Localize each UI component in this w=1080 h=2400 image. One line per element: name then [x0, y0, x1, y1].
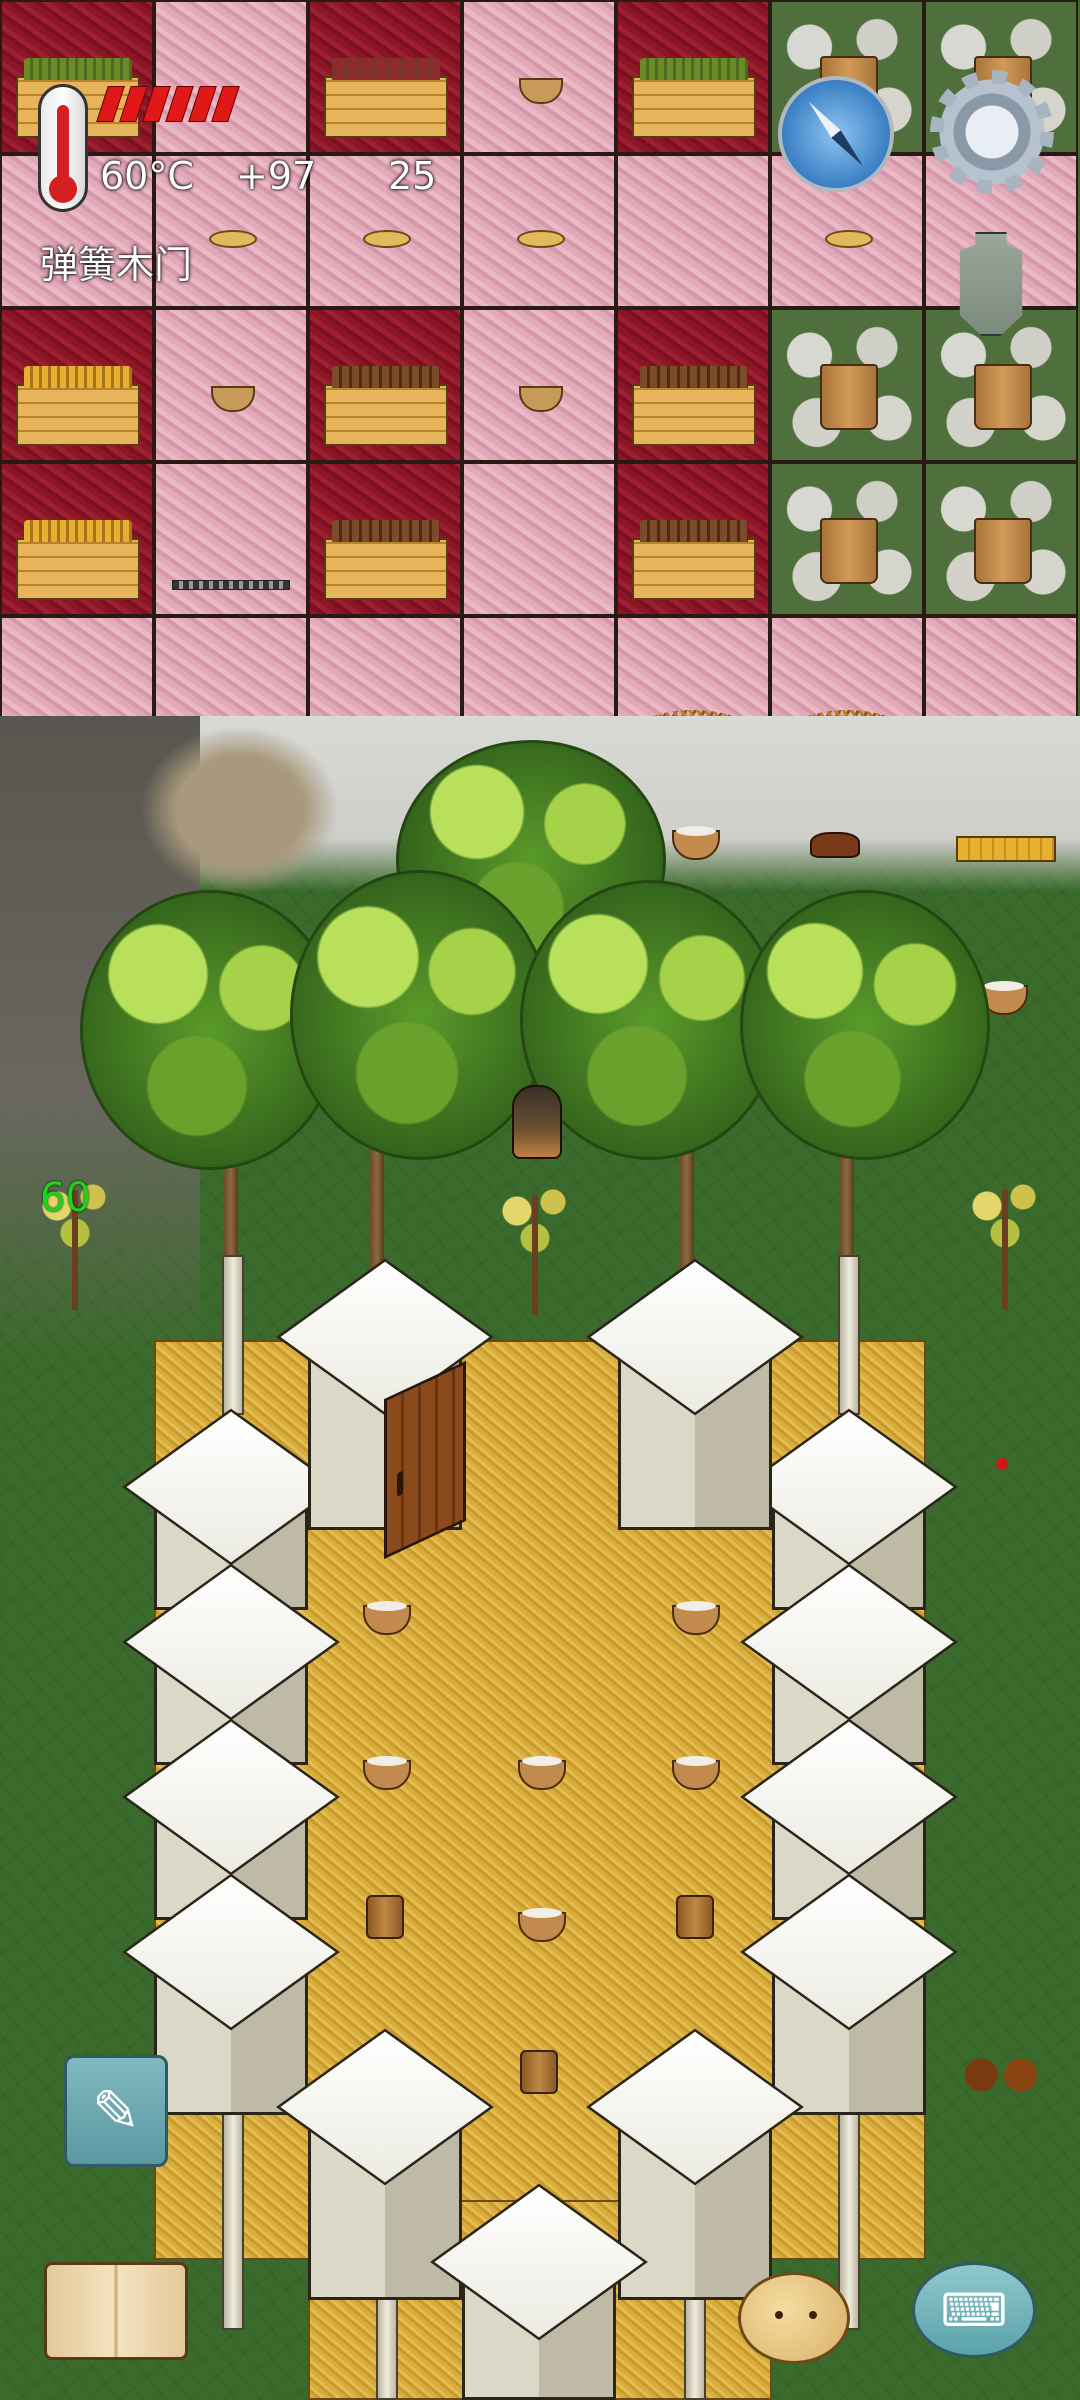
thermometer-icon [38, 84, 88, 212]
young-tree[interactable] [960, 1170, 1050, 1310]
stone-wall-block[interactable] [430, 2183, 648, 2400]
stone-floor-tile[interactable] [924, 462, 1078, 616]
stone-wall-block[interactable] [740, 1873, 958, 2115]
temperature-readout: 60°C [100, 154, 194, 198]
floor-tile[interactable] [0, 308, 154, 462]
floor-tile[interactable] [154, 308, 308, 462]
held-object-label: 弹簧木门 [40, 243, 193, 287]
crate-of-corn[interactable] [16, 366, 140, 446]
wooden-keg[interactable] [520, 2050, 558, 2094]
gear-icon[interactable] [930, 70, 1054, 194]
floor-tile[interactable] [308, 154, 462, 308]
floor-tile[interactable] [308, 308, 462, 462]
tree-trunk [680, 1140, 694, 1270]
potato-face-icon[interactable] [738, 2272, 850, 2364]
floor-tile[interactable] [154, 462, 308, 616]
bug-pile[interactable] [960, 2055, 1044, 2095]
chat-keyboard-button[interactable]: ⌨ [912, 2262, 1036, 2358]
stone-floor-tile[interactable] [770, 462, 924, 616]
compass-needle [804, 98, 867, 170]
wooden-keg[interactable] [366, 1895, 404, 1939]
floor-tile[interactable] [308, 462, 462, 616]
floor-tile[interactable] [462, 0, 616, 154]
floor-tile[interactable] [308, 0, 462, 154]
wooden-keg[interactable] [676, 1895, 714, 1939]
floor-tile[interactable] [616, 154, 770, 308]
game-world[interactable]: 60 [0, 0, 1080, 2400]
berry-item[interactable] [996, 1458, 1008, 1470]
floor-tile[interactable] [154, 0, 308, 154]
bowl-of-corn[interactable] [211, 386, 255, 412]
pie-crust[interactable] [517, 230, 565, 248]
stone-wall-block[interactable] [122, 1873, 340, 2115]
bowl[interactable] [519, 386, 563, 412]
bucket[interactable] [820, 364, 878, 430]
floor-tile[interactable] [462, 154, 616, 308]
floor-tile[interactable] [462, 308, 616, 462]
book-icon[interactable] [44, 2262, 188, 2360]
floor-tile[interactable] [616, 308, 770, 462]
bucket[interactable] [820, 518, 878, 584]
crate-of-seeds[interactable] [324, 366, 448, 446]
edit-button[interactable]: ✎ [64, 2055, 168, 2167]
player-age: 60 [40, 1175, 91, 1221]
dirt-patch[interactable] [140, 725, 340, 895]
compass-icon[interactable] [778, 76, 894, 192]
floor-tile[interactable] [616, 0, 770, 154]
food-bonus-readout: +97 [236, 154, 317, 198]
reed-mat[interactable] [956, 836, 1056, 862]
floor-tile[interactable] [0, 462, 154, 616]
crate-of-seeds[interactable] [632, 366, 756, 446]
food-meter-icon [96, 86, 240, 126]
maple-tree[interactable] [290, 870, 550, 1160]
bucket[interactable] [974, 518, 1032, 584]
iron-rod[interactable] [172, 580, 290, 590]
stone-wall-block[interactable] [586, 1258, 804, 1530]
crate-of-corn[interactable] [16, 520, 140, 600]
floor-tile[interactable] [462, 462, 616, 616]
stone-floor-tile[interactable] [770, 308, 924, 462]
pie-crust[interactable] [209, 230, 257, 248]
young-tree[interactable] [490, 1175, 580, 1315]
floor-tile[interactable] [616, 462, 770, 616]
bowl[interactable] [519, 78, 563, 104]
pie-crust[interactable] [363, 230, 411, 248]
fence-post[interactable] [838, 1255, 860, 1415]
maple-tree[interactable] [740, 890, 990, 1160]
crate-of-seeds[interactable] [632, 520, 756, 600]
crate-of-carrots[interactable] [632, 58, 756, 138]
player-character[interactable] [512, 1085, 562, 1159]
bucket[interactable] [974, 364, 1032, 430]
fence-post[interactable] [222, 1255, 244, 1415]
crate-of-berries[interactable] [324, 58, 448, 138]
yum-count-readout: 25 [388, 154, 437, 198]
crate-of-seeds[interactable] [324, 520, 448, 600]
flat-bread[interactable] [825, 230, 873, 248]
tree-trunk [370, 1140, 384, 1270]
meat-item[interactable] [810, 832, 860, 858]
